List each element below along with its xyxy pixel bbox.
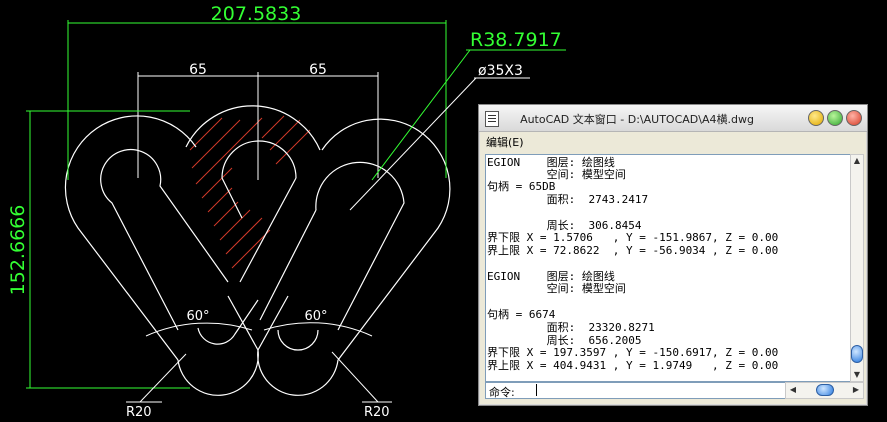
command-input[interactable] <box>536 384 776 397</box>
scroll-left-icon[interactable]: ◀ <box>788 385 798 395</box>
history-line: 界下限 X = 197.3597 , Y = -150.6917, Z = 0.… <box>487 346 779 359</box>
text-window[interactable]: AutoCAD 文本窗口 - D:\AUTOCAD\A4横.dwg 编辑(E) … <box>478 104 868 406</box>
horizontal-scrollbar[interactable]: ◀ ▶ <box>785 382 864 399</box>
dim-width-text: 207.5833 <box>211 3 302 25</box>
dim-right-65-text: 65 <box>309 62 327 78</box>
menu-bar: 编辑(E) <box>479 131 867 151</box>
radius-big-text: R38.7917 <box>470 29 562 51</box>
history-line: 界下限 X = 1.5706 , Y = -151.9867, Z = 0.00 <box>487 231 779 244</box>
hole-label-text: ø35X3 <box>478 63 523 79</box>
scroll-down-icon[interactable]: ▼ <box>852 370 862 380</box>
history-line: 界上限 X = 72.8622 , Y = -56.9034 , Z = 0.0… <box>487 244 779 257</box>
scroll-up-icon[interactable]: ▲ <box>852 156 862 166</box>
maximize-button[interactable] <box>827 110 843 126</box>
close-button[interactable] <box>846 110 862 126</box>
command-label: 命令: <box>489 386 515 399</box>
dim-left-65-text: 65 <box>189 62 207 78</box>
minimize-button[interactable] <box>808 110 824 126</box>
r20-right-text: R20 <box>364 405 390 420</box>
text-history-area[interactable]: EGION 图层: 绘图线 空间: 模型空间 句柄 = 65DB 面积: 274… <box>485 154 851 382</box>
horizontal-scroll-thumb[interactable] <box>816 384 834 396</box>
angle-right-text: 60° <box>304 309 327 324</box>
history-line: 面积: 23320.8271 <box>487 321 655 334</box>
text-window-titlebar[interactable]: AutoCAD 文本窗口 - D:\AUTOCAD\A4横.dwg <box>479 105 867 132</box>
history-line: 界上限 X = 404.9431 , Y = 1.9749 , Z = 0.00 <box>487 359 779 372</box>
r20-left-text: R20 <box>126 405 152 420</box>
vertical-scrollbar[interactable]: ▲ ▼ <box>850 154 864 382</box>
history-line: 句柄 = 6674 <box>487 308 556 321</box>
history-line: 空间: 模型空间 <box>487 282 626 295</box>
scroll-right-icon[interactable]: ▶ <box>851 385 861 395</box>
dim-height-text: 152.6666 <box>7 205 29 296</box>
history-line: 句柄 = 65DB <box>487 180 556 193</box>
history-line: 面积: 2743.2417 <box>487 193 649 206</box>
text-caret <box>536 384 537 396</box>
text-window-title: AutoCAD 文本窗口 - D:\AUTOCAD\A4横.dwg <box>520 113 754 126</box>
angle-left-text: 60° <box>186 309 209 324</box>
command-line[interactable]: 命令: <box>485 382 787 399</box>
menu-edit[interactable]: 编辑(E) <box>486 134 524 150</box>
vertical-scroll-thumb[interactable] <box>851 345 863 363</box>
